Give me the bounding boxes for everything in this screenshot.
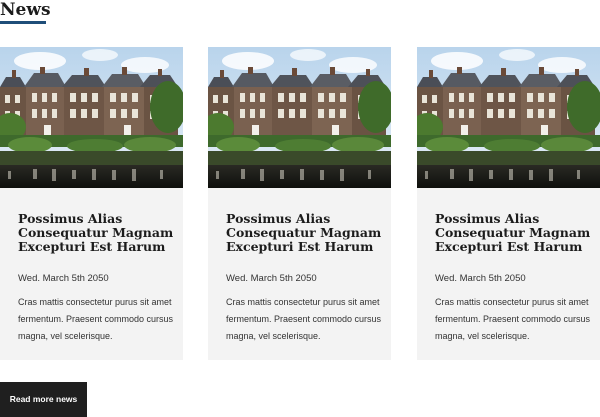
section-title-underline — [0, 21, 46, 24]
section-title: News — [0, 0, 51, 20]
news-card-date: Wed. March 5th 2050 — [18, 273, 109, 284]
news-card[interactable]: Possimus Alias Consequatur Magnam Except… — [208, 47, 391, 360]
news-card-date: Wed. March 5th 2050 — [435, 273, 526, 284]
news-card-excerpt: Cras mattis consectetur purus sit amet f… — [435, 297, 591, 341]
read-more-news-button[interactable]: Read more news — [0, 382, 87, 417]
news-card-title[interactable]: Possimus Alias Consequatur Magnam Except… — [435, 212, 595, 254]
news-card[interactable]: Possimus Alias Consequatur Magnam Except… — [0, 47, 183, 360]
news-card[interactable]: Possimus Alias Consequatur Magnam Except… — [417, 47, 600, 360]
news-card-excerpt: Cras mattis consectetur purus sit amet f… — [226, 297, 382, 341]
section-heading: News — [0, 0, 51, 24]
news-card-title[interactable]: Possimus Alias Consequatur Magnam Except… — [18, 212, 178, 254]
news-card-date: Wed. March 5th 2050 — [226, 273, 317, 284]
news-card-image[interactable] — [0, 47, 183, 188]
news-card-image[interactable] — [417, 47, 600, 188]
news-card-excerpt: Cras mattis consectetur purus sit amet f… — [18, 297, 174, 341]
news-card-image[interactable] — [208, 47, 391, 188]
news-card-list: Possimus Alias Consequatur Magnam Except… — [0, 47, 600, 360]
news-card-title[interactable]: Possimus Alias Consequatur Magnam Except… — [226, 212, 386, 254]
